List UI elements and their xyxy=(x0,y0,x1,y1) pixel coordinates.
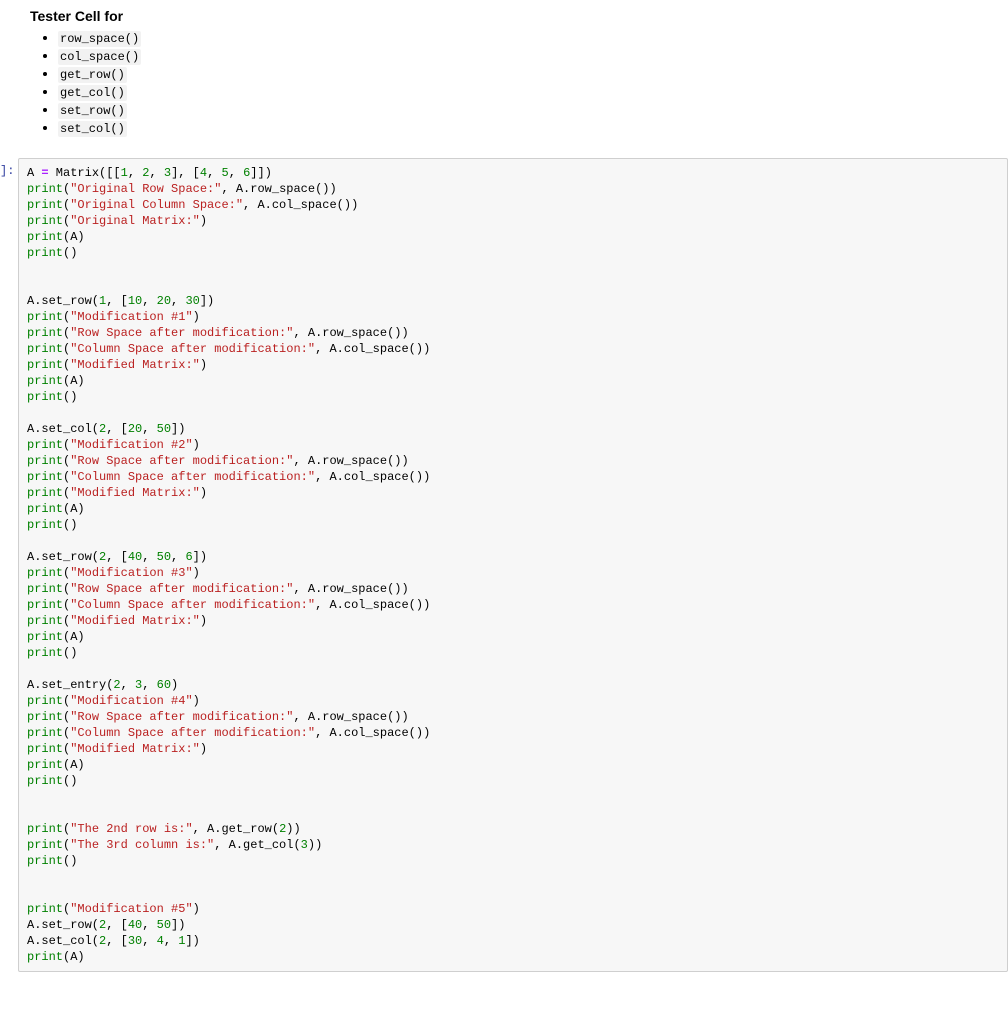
code-input-area[interactable]: A = Matrix([[1, 2, 3], [4, 5, 6]]) print… xyxy=(18,158,1008,972)
function-name: col_space() xyxy=(58,49,141,65)
markdown-heading: Tester Cell for xyxy=(30,8,1000,24)
code-cell: ]: A = Matrix([[1, 2, 3], [4, 5, 6]]) pr… xyxy=(0,158,1008,972)
function-name: get_row() xyxy=(58,67,127,83)
function-list-item: col_space() xyxy=(58,48,1000,64)
function-list-item: get_col() xyxy=(58,84,1000,100)
function-name: set_row() xyxy=(58,103,127,119)
function-list-item: set_row() xyxy=(58,102,1000,118)
code-content[interactable]: A = Matrix([[1, 2, 3], [4, 5, 6]]) print… xyxy=(27,165,999,965)
function-name: get_col() xyxy=(58,85,127,101)
input-prompt: ]: xyxy=(0,158,14,972)
function-list-item: row_space() xyxy=(58,30,1000,46)
function-name: row_space() xyxy=(58,31,141,47)
prompt-label: ]: xyxy=(0,164,14,178)
function-name: set_col() xyxy=(58,121,127,137)
function-list: row_space() col_space() get_row() get_col()… xyxy=(30,30,1000,136)
function-list-item: get_row() xyxy=(58,66,1000,82)
markdown-cell: Tester Cell for row_space() col_space()ge… xyxy=(0,0,1008,146)
function-list-item: set_col() xyxy=(58,120,1000,136)
